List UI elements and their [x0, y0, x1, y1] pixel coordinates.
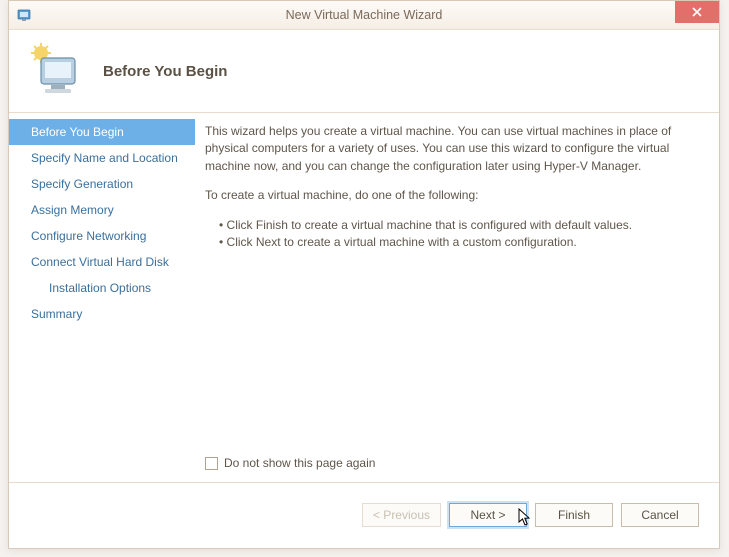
dont-show-label: Do not show this page again: [224, 455, 375, 472]
wizard-window: New Virtual Machine Wizard Before You Be…: [8, 0, 720, 549]
close-button[interactable]: [675, 1, 719, 23]
wizard-header: Before You Begin: [9, 30, 719, 113]
sidebar-step-4[interactable]: Configure Networking: [9, 223, 195, 249]
wizard-content: This wizard helps you create a virtual m…: [195, 113, 719, 482]
wizard-body: Before You BeginSpecify Name and Locatio…: [9, 113, 719, 482]
wizard-steps-sidebar: Before You BeginSpecify Name and Locatio…: [9, 113, 195, 482]
cancel-button[interactable]: Cancel: [621, 503, 699, 527]
intro-text: This wizard helps you create a virtual m…: [205, 123, 697, 175]
sidebar-step-5[interactable]: Connect Virtual Hard Disk: [9, 249, 195, 275]
sidebar-step-7[interactable]: Summary: [9, 301, 195, 327]
close-icon: [692, 4, 702, 20]
titlebar: New Virtual Machine Wizard: [9, 1, 719, 30]
sidebar-step-3[interactable]: Assign Memory: [9, 197, 195, 223]
dont-show-row: Do not show this page again: [205, 455, 375, 472]
previous-button: < Previous: [362, 503, 441, 527]
window-title: New Virtual Machine Wizard: [9, 8, 719, 22]
next-button[interactable]: Next >: [449, 503, 527, 527]
options-list: Click Finish to create a virtual machine…: [205, 217, 697, 252]
dont-show-checkbox[interactable]: [205, 457, 218, 470]
sidebar-step-2[interactable]: Specify Generation: [9, 171, 195, 197]
sidebar-step-0[interactable]: Before You Begin: [9, 119, 195, 145]
sidebar-step-1[interactable]: Specify Name and Location: [9, 145, 195, 171]
wizard-footer: < Previous Next > Finish Cancel: [9, 482, 719, 546]
finish-button[interactable]: Finish: [535, 503, 613, 527]
page-title: Before You Begin: [103, 63, 227, 80]
bullet-1: Click Next to create a virtual machine w…: [219, 234, 697, 251]
bullet-0: Click Finish to create a virtual machine…: [219, 217, 697, 234]
vm-icon: [27, 42, 85, 100]
sidebar-step-6[interactable]: Installation Options: [9, 275, 195, 301]
instruction-text: To create a virtual machine, do one of t…: [205, 187, 697, 204]
